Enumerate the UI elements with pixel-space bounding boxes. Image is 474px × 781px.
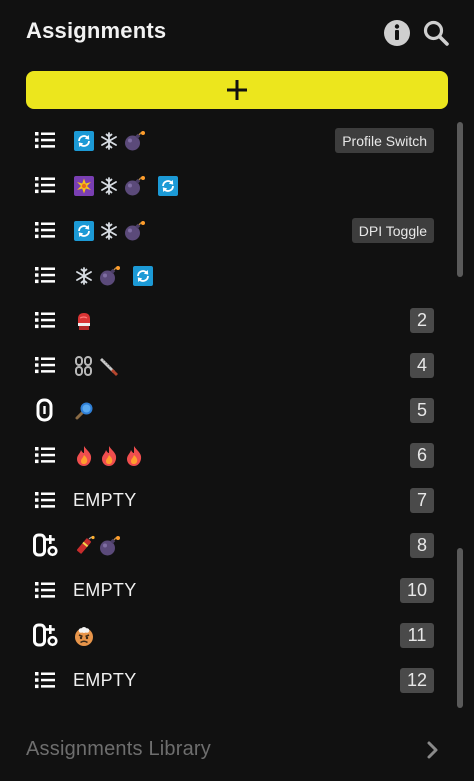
- row-content: [73, 613, 95, 658]
- bomb-icon: [123, 130, 145, 152]
- assignment-tag: DPI Toggle: [351, 218, 434, 243]
- assignment-row[interactable]: [0, 253, 450, 298]
- info-icon[interactable]: [383, 19, 411, 47]
- hacksaw-icon: [98, 355, 120, 377]
- row-content: [73, 523, 120, 568]
- row-content: [73, 343, 120, 388]
- assignment-row[interactable]: EMPTY 12: [0, 658, 450, 703]
- bomb-icon: [123, 220, 145, 242]
- fire-icon: [73, 445, 95, 467]
- assignment-row[interactable]: 4: [0, 343, 450, 388]
- zero-plus-icon: [33, 533, 58, 557]
- plus-icon: [227, 80, 247, 100]
- fire-icon: [98, 445, 120, 467]
- snowflake-icon: [73, 265, 95, 287]
- assignment-row[interactable]: 6: [0, 433, 450, 478]
- button-number-badge: 6: [410, 443, 434, 468]
- bomb-icon: [123, 175, 145, 197]
- list-icon: [33, 128, 57, 152]
- refresh-badge-icon: [73, 220, 95, 242]
- page-title: Assignments: [26, 18, 167, 43]
- assignment-tag: Profile Switch: [335, 128, 434, 153]
- button-number-badge: 10: [400, 578, 434, 603]
- list-icon: [33, 353, 57, 377]
- list-icon: [33, 443, 57, 467]
- refresh-badge-icon: [157, 175, 179, 197]
- row-text: EMPTY: [73, 580, 137, 600]
- assignment-row[interactable]: 2: [0, 298, 450, 343]
- add-assignment-button[interactable]: [26, 71, 448, 109]
- button-number-badge: 11: [400, 623, 434, 648]
- button-number-badge: 7: [410, 488, 434, 513]
- button-number-badge: 4: [410, 353, 434, 378]
- assignment-row[interactable]: EMPTY 7: [0, 478, 450, 523]
- row-content: [73, 433, 145, 478]
- starburst-badge-icon: [73, 175, 95, 197]
- zero-icon: [33, 398, 57, 422]
- row-text: EMPTY: [73, 490, 137, 510]
- angry-face-icon: [73, 625, 95, 647]
- snowflake-icon: [98, 175, 120, 197]
- search-icon[interactable]: [422, 19, 450, 47]
- row-content: [73, 298, 95, 343]
- chains-icon: [73, 355, 95, 377]
- list-icon: [33, 173, 57, 197]
- list-icon: [33, 263, 57, 287]
- list-icon: [33, 308, 57, 332]
- firecracker-icon: [73, 535, 95, 557]
- assignment-row[interactable]: 8: [0, 523, 450, 568]
- scrollbar-bottom[interactable]: [457, 548, 463, 708]
- snowflake-icon: [98, 220, 120, 242]
- assignment-row[interactable]: [0, 163, 450, 208]
- scrollbar-top[interactable]: [457, 122, 463, 277]
- list-icon: [33, 668, 57, 692]
- button-number-badge: 5: [410, 398, 434, 423]
- button-number-badge: 2: [410, 308, 434, 333]
- list-icon: [33, 218, 57, 242]
- magnifier-icon: [73, 400, 95, 422]
- row-content: [73, 118, 145, 163]
- list-icon: [33, 488, 57, 512]
- bomb-icon: [98, 265, 120, 287]
- row-text: EMPTY: [73, 670, 137, 690]
- assignment-row[interactable]: EMPTY 10: [0, 568, 450, 613]
- zero-plus-icon: [33, 623, 58, 647]
- row-content: [73, 253, 154, 298]
- assignment-row[interactable]: DPI Toggle: [0, 208, 450, 253]
- button-number-badge: 12: [400, 668, 434, 693]
- footer-label: Assignments Library: [26, 738, 211, 760]
- header: Assignments: [0, 0, 474, 64]
- refresh-badge-icon: [132, 265, 154, 287]
- refresh-badge-icon: [73, 130, 95, 152]
- row-content: EMPTY: [73, 478, 137, 523]
- assignment-row[interactable]: Profile Switch: [0, 118, 450, 163]
- assignment-row[interactable]: 5: [0, 388, 450, 433]
- snowflake-icon: [98, 130, 120, 152]
- chevron-right-icon: [427, 741, 438, 759]
- row-content: [73, 208, 145, 253]
- list-icon: [33, 578, 57, 602]
- assignment-row[interactable]: 11: [0, 613, 450, 658]
- row-content: [73, 388, 95, 433]
- bomb-icon: [98, 535, 120, 557]
- row-content: [73, 163, 179, 208]
- button-number-badge: 8: [410, 533, 434, 558]
- boxing-glove-icon: [73, 310, 95, 332]
- row-content: EMPTY: [73, 658, 137, 703]
- fire-icon: [123, 445, 145, 467]
- assignments-library-link[interactable]: Assignments Library: [0, 726, 474, 774]
- row-content: EMPTY: [73, 568, 137, 613]
